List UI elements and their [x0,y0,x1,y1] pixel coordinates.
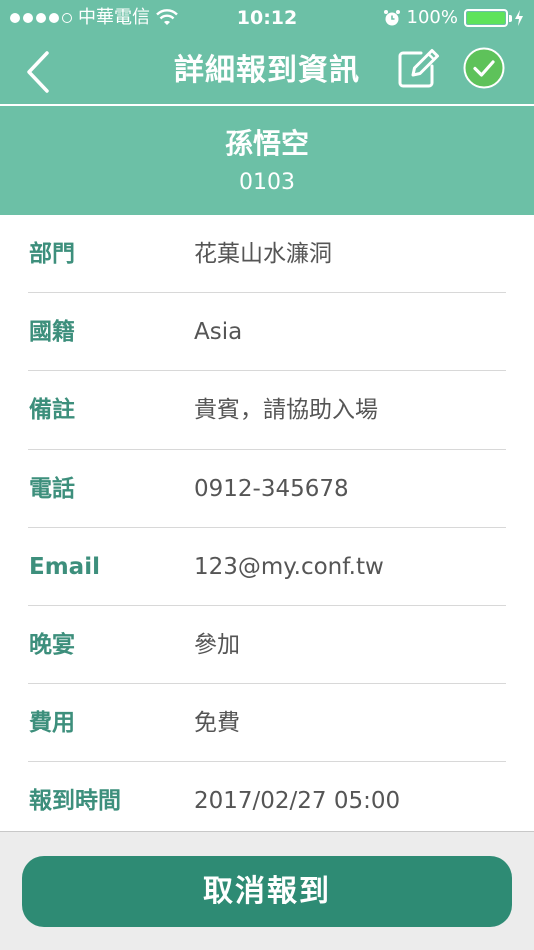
detail-row-note: 備註 貴賓，請協助入場 [0,371,534,450]
detail-label: 電話 [29,475,75,502]
detail-label: 備註 [29,397,75,424]
detail-value: 參加 [194,631,240,658]
detail-value: Asia [194,319,243,346]
status-bar: 中華電信 10:12 100% [0,0,534,36]
attendee-name: 孫悟空 [224,127,309,160]
top-bar: 中華電信 10:12 100% 詳細報到資訊 [0,0,534,104]
detail-row-department: 部門 花菓山水濂洞 [0,215,534,294]
attendee-id: 0103 [239,170,295,195]
detail-label: 部門 [29,241,75,267]
confirm-button[interactable] [462,46,506,90]
detail-value: 花菓山水濂洞 [194,241,332,267]
detail-row-checkin-time: 報到時間 2017/02/27 05:00 [0,762,534,831]
detail-value: 2017/02/27 05:00 [194,788,401,815]
detail-row-phone: 電話 0912-345678 [0,450,534,528]
detail-value: 0912-345678 [194,475,349,502]
detail-row-email: Email 123@my.conf.tw [0,528,534,607]
bottom-action-area: 取消報到 [0,832,534,950]
alarm-icon [383,10,400,26]
detail-row-nationality: 國籍 Asia [0,293,534,372]
detail-value: 免費 [194,710,240,737]
detail-label: 報到時間 [29,788,121,815]
detail-value: 123@my.conf.tw [194,553,384,580]
detail-value: 貴賓，請協助入場 [194,397,378,424]
nav-bar: 詳細報到資訊 [0,36,534,104]
battery-percent: 100% [406,7,458,28]
cancel-checkin-button[interactable]: 取消報到 [22,856,512,927]
check-circle-icon [463,47,505,89]
detail-row-dinner: 晚宴 參加 [0,606,534,685]
detail-row-fee: 費用 免費 [0,684,534,763]
detail-list: 部門 花菓山水濂洞 國籍 Asia 備註 貴賓，請協助入場 電話 0912-34… [0,215,534,831]
attendee-header: 孫悟空 0103 [0,106,534,215]
detail-label: 國籍 [29,319,75,346]
status-right: 100% [383,6,524,30]
edit-button[interactable] [394,44,442,92]
detail-label: 晚宴 [29,631,75,658]
charging-bolt-icon [515,10,523,26]
page-title: 詳細報到資訊 [174,53,360,88]
detail-label: Email [29,553,100,580]
battery-fill [467,12,505,24]
battery-icon [464,9,512,27]
detail-label: 費用 [29,710,75,737]
edit-icon [398,49,439,88]
